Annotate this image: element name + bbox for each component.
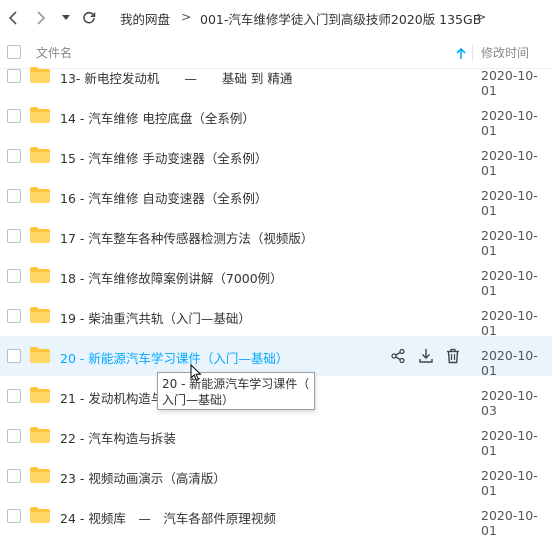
- file-modified-date: 2020-10-03: [481, 388, 538, 418]
- file-modified-date: 2020-10-01: [481, 68, 538, 98]
- breadcrumb-separator: >: [181, 9, 192, 24]
- row-checkbox[interactable]: [7, 429, 21, 443]
- folder-icon: [30, 347, 50, 363]
- file-row[interactable]: 18 - 汽车维修故障案例讲解（7000例） 2020-10-01: [0, 256, 552, 298]
- delete-icon: [447, 348, 459, 364]
- file-name[interactable]: 22 - 汽车构造与拆装: [60, 428, 176, 447]
- caret-down-icon: [62, 15, 70, 20]
- file-row[interactable]: 17 - 汽车整车各种传感器检测方法（视频版） 2020-10-01: [0, 216, 552, 258]
- file-modified-date: 2020-10-01: [481, 468, 538, 498]
- folder-icon: [30, 307, 50, 323]
- file-name[interactable]: 18 - 汽车维修故障案例讲解（7000例）: [60, 268, 283, 287]
- back-button[interactable]: [2, 0, 24, 36]
- file-modified-date: 2020-10-01: [481, 348, 538, 378]
- row-checkbox[interactable]: [7, 469, 21, 483]
- file-name[interactable]: 20 - 新能源汽车学习课件（入门—基础）: [60, 348, 288, 367]
- share-button[interactable]: [389, 347, 407, 365]
- file-modified-date: 2020-10-01: [481, 228, 538, 258]
- row-checkbox[interactable]: [7, 229, 21, 243]
- row-checkbox[interactable]: [7, 109, 21, 123]
- file-row[interactable]: 13- 新电控发动机 — 基础 到 精通 2020-10-01: [0, 56, 552, 98]
- folder-icon: [30, 187, 50, 203]
- chevron-right-icon: [37, 11, 46, 25]
- folder-icon: [30, 227, 50, 243]
- file-name[interactable]: 13- 新电控发动机 — 基础 到 精通: [60, 68, 292, 87]
- breadcrumb-current-folder[interactable]: 001-汽车维修学徒入门到高级技师2020版 135GB: [200, 9, 481, 28]
- row-checkbox[interactable]: [7, 349, 21, 363]
- row-checkbox[interactable]: [7, 269, 21, 283]
- file-modified-date: 2020-10-01: [481, 308, 538, 338]
- file-name[interactable]: 17 - 汽车整车各种传感器检测方法（视频版）: [60, 228, 313, 247]
- file-row[interactable]: 22 - 汽车构造与拆装 2020-10-01: [0, 416, 552, 458]
- folder-icon: [30, 107, 50, 123]
- row-checkbox[interactable]: [7, 509, 21, 523]
- file-row[interactable]: 23 - 视频动画演示（高清版） 2020-10-01: [0, 456, 552, 498]
- share-icon: [391, 348, 405, 364]
- forward-button[interactable]: [30, 0, 52, 36]
- folder-icon: [30, 467, 50, 483]
- folder-icon: [30, 507, 50, 523]
- tooltip-line: 20 - 新能源汽车学习课件（: [162, 377, 310, 391]
- mouse-cursor-icon: [190, 364, 202, 382]
- folder-icon: [30, 387, 50, 403]
- download-button[interactable]: [417, 347, 435, 365]
- folder-icon: [30, 147, 50, 163]
- row-checkbox[interactable]: [7, 149, 21, 163]
- breadcrumb-root[interactable]: 我的网盘: [120, 9, 170, 28]
- delete-button[interactable]: [444, 347, 462, 365]
- file-modified-date: 2020-10-01: [481, 108, 538, 138]
- file-row[interactable]: 24 - 视频库 — 汽车各部件原理视频 2020-10-01: [0, 496, 552, 538]
- file-name[interactable]: 14 - 汽车维修 电控底盘（全系例）: [60, 108, 255, 127]
- folder-icon: [30, 67, 50, 83]
- file-name[interactable]: 16 - 汽车维修 自动变速器（全系例）: [60, 188, 267, 207]
- file-name[interactable]: 21 - 发动机构造与: [60, 388, 163, 407]
- tooltip-line: 入门—基础）: [162, 393, 235, 407]
- folder-icon: [30, 427, 50, 443]
- refresh-button[interactable]: [78, 0, 100, 36]
- filename-tooltip: 20 - 新能源汽车学习课件（ 入门—基础）: [157, 372, 315, 410]
- toolbar: 我的网盘 > 001-汽车维修学徒入门到高级技师2020版 135GB >: [0, 0, 552, 36]
- file-row[interactable]: 16 - 汽车维修 自动变速器（全系例） 2020-10-01: [0, 176, 552, 218]
- file-modified-date: 2020-10-01: [481, 508, 538, 538]
- file-name[interactable]: 23 - 视频动画演示（高清版）: [60, 468, 226, 487]
- folder-icon: [30, 267, 50, 283]
- row-checkbox[interactable]: [7, 389, 21, 403]
- file-row[interactable]: 19 - 柴油重汽共轨（入门—基础） 2020-10-01: [0, 296, 552, 338]
- file-modified-date: 2020-10-01: [481, 148, 538, 178]
- file-name[interactable]: 19 - 柴油重汽共轨（入门—基础）: [60, 308, 251, 327]
- file-row[interactable]: 20 - 新能源汽车学习课件（入门—基础） 2020-10-01: [0, 336, 552, 378]
- download-icon: [419, 349, 433, 363]
- file-row[interactable]: 14 - 汽车维修 电控底盘（全系例） 2020-10-01: [0, 96, 552, 138]
- file-name[interactable]: 24 - 视频库 — 汽车各部件原理视频: [60, 508, 276, 527]
- row-checkbox[interactable]: [7, 189, 21, 203]
- breadcrumb-separator: >: [476, 9, 487, 24]
- refresh-icon: [83, 11, 96, 24]
- row-actions: [387, 336, 465, 376]
- file-modified-date: 2020-10-01: [481, 428, 538, 458]
- file-modified-date: 2020-10-01: [481, 268, 538, 298]
- history-dropdown-button[interactable]: [58, 0, 74, 36]
- row-checkbox[interactable]: [7, 69, 21, 83]
- row-checkbox[interactable]: [7, 309, 21, 323]
- file-modified-date: 2020-10-01: [481, 188, 538, 218]
- file-name[interactable]: 15 - 汽车维修 手动变速器（全系例）: [60, 148, 267, 167]
- chevron-left-icon: [8, 11, 17, 25]
- file-row[interactable]: 15 - 汽车维修 手动变速器（全系例） 2020-10-01: [0, 136, 552, 178]
